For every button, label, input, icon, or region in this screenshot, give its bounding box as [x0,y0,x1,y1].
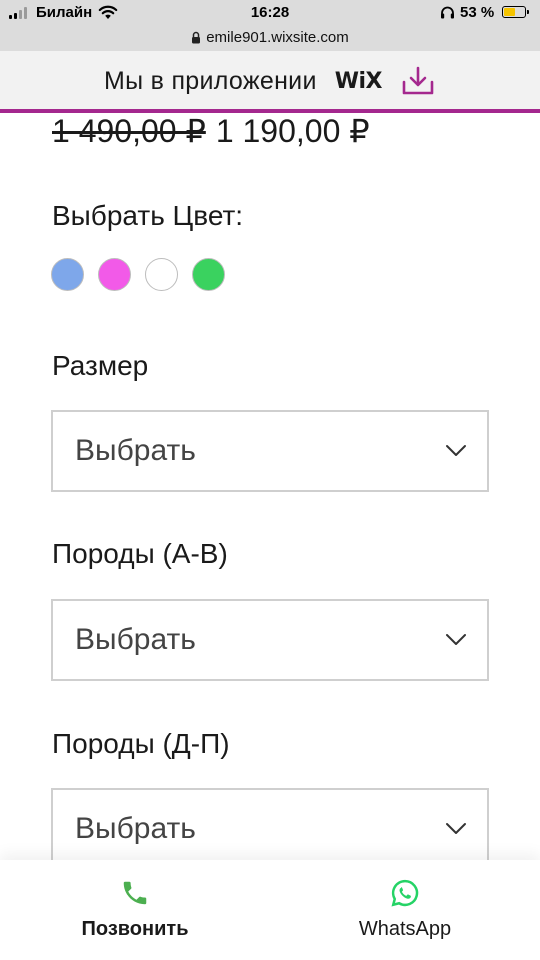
current-price: 1 190,00 ₽ [215,113,370,149]
old-price: 1 490,00 ₽ [52,113,206,149]
color-swatch-pink[interactable] [98,258,131,291]
app-banner[interactable]: Мы в приложении WiX [0,51,540,111]
breeds-av-select[interactable]: Выбрать [51,599,489,681]
breeds-dp-select-value: Выбрать [75,812,196,845]
whatsapp-icon [391,879,419,907]
breeds-av-label: Породы (А-В) [52,538,228,569]
color-label: Выбрать Цвет: [52,200,244,231]
battery-fill [504,8,515,16]
whatsapp-button-label: WhatsApp [358,918,452,940]
breeds-dp-select[interactable]: Выбрать [51,788,489,870]
call-button[interactable]: Позвонить [0,860,270,960]
color-swatch-green[interactable] [192,258,225,291]
call-button-label: Позвонить [81,918,189,940]
download-icon[interactable] [400,65,436,97]
price-row: 1 490,00 ₽1 190,00 ₽ [52,112,370,150]
lock-icon [192,31,201,43]
headphones-icon [441,6,454,19]
battery-icon [502,6,529,18]
chevron-down-icon [446,823,466,834]
wix-logo: WiX [334,68,383,94]
url-text: emile901.wixsite.com [206,28,349,46]
size-select[interactable]: Выбрать [51,410,489,492]
color-swatch-blue[interactable] [51,258,84,291]
size-label: Размер [52,350,149,381]
url-bar[interactable]: emile901.wixsite.com [0,26,540,48]
battery-percent: 53 % [460,4,495,21]
browser-top: Билайн 16:28 53 % emile901.wixsite.com [0,0,540,51]
bottom-action-bar: Позвонить WhatsApp [0,860,540,960]
app-banner-text: Мы в приложении [103,66,317,95]
color-swatches [51,258,225,291]
phone-icon [123,881,147,905]
color-swatch-white[interactable] [145,258,178,291]
size-select-value: Выбрать [75,434,196,467]
whatsapp-button[interactable]: WhatsApp [270,860,540,960]
breeds-dp-label: Породы (Д-П) [52,728,230,759]
status-time: 16:28 [250,4,290,21]
breeds-av-select-value: Выбрать [75,623,196,656]
chevron-down-icon [446,445,466,456]
chevron-down-icon [446,634,466,645]
status-bar: Билайн 16:28 53 % [0,0,540,26]
